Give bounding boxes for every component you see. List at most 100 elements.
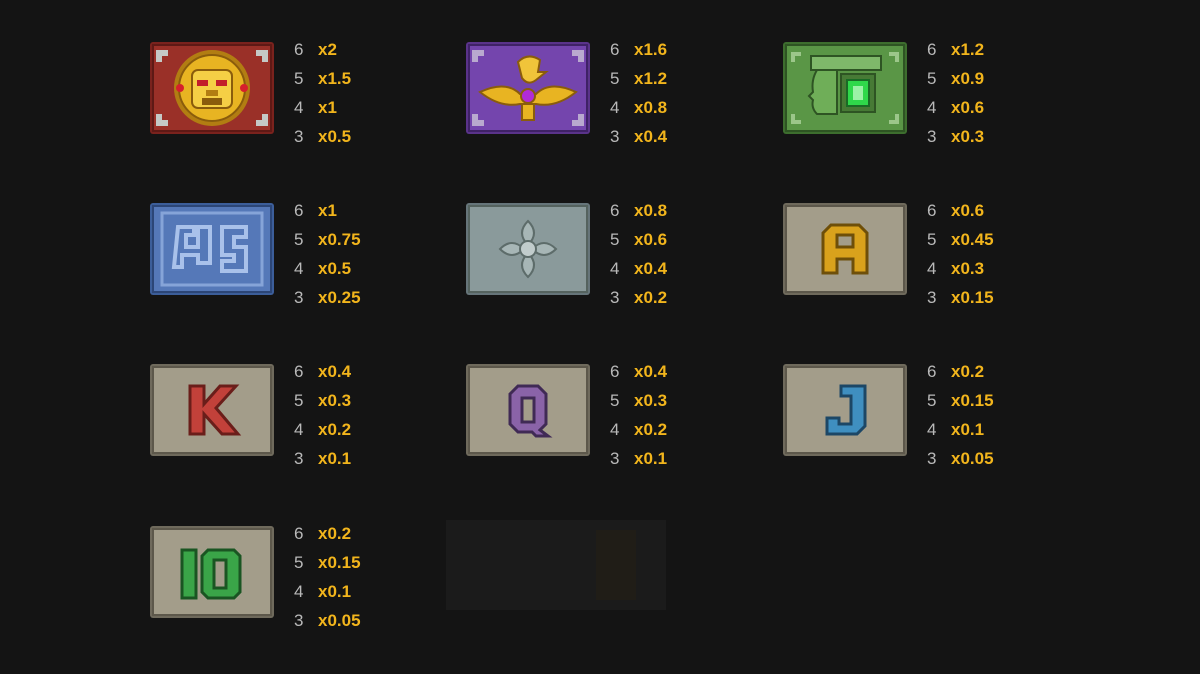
payout-row: 5 x0.75 [294, 230, 444, 259]
symbol-entry-golden-eagle: 6 x1.6 5 x1.2 4 x0.8 3 x0.4 [466, 40, 766, 146]
payout-row: 6 x0.4 [294, 362, 444, 391]
match-count: 5 [294, 553, 304, 572]
match-count: 6 [294, 362, 304, 381]
payout-row: 6 x1 [294, 201, 444, 230]
payout-row: 3 x0.25 [294, 288, 444, 317]
match-count: 4 [927, 259, 937, 278]
payout-row: 4 x0.4 [610, 259, 760, 288]
match-count: 5 [610, 69, 620, 88]
match-count: 3 [294, 127, 304, 146]
payout-list: 6 x0.8 5 x0.6 4 x0.4 3 x0.2 [610, 201, 760, 317]
multiplier: x0.2 [634, 288, 668, 307]
payout-row: 5 x0.3 [610, 391, 760, 420]
match-count: 3 [294, 611, 304, 630]
match-count: 3 [927, 127, 937, 146]
symbol-entry-stone-flower: 6 x0.8 5 x0.6 4 x0.4 3 x0.2 [466, 201, 766, 307]
payout-list: 6 x1.6 5 x1.2 4 x0.8 3 x0.4 [610, 40, 760, 156]
multiplier: x0.1 [318, 449, 352, 468]
match-count: 4 [610, 420, 620, 439]
payout-row: 4 x0.3 [927, 259, 1077, 288]
multiplier: x0.3 [951, 259, 985, 278]
payout-row: 6 x0.4 [610, 362, 760, 391]
match-count: 6 [610, 201, 620, 220]
payout-list: 6 x2 5 x1.5 4 x1 3 x0.5 [294, 40, 444, 156]
symbol-entry-golden-sun-mask: 6 x2 5 x1.5 4 x1 3 x0.5 [150, 40, 450, 146]
multiplier: x0.15 [318, 553, 361, 572]
multiplier: x0.4 [634, 259, 668, 278]
multiplier: x0.15 [951, 391, 994, 410]
payout-row: 6 x0.6 [927, 201, 1077, 230]
multiplier: x0.3 [951, 127, 985, 146]
match-count: 6 [927, 201, 937, 220]
match-count: 3 [610, 127, 620, 146]
letter-k-icon [150, 364, 274, 456]
payout-row: 3 x0.4 [610, 127, 760, 156]
multiplier: x1.2 [634, 69, 668, 88]
match-count: 6 [927, 40, 937, 59]
letter-q-icon [466, 364, 590, 456]
payout-list: 6 x1.2 5 x0.9 4 x0.6 3 x0.3 [927, 40, 1077, 156]
multiplier: x0.2 [318, 524, 352, 543]
number-10-icon [150, 526, 274, 618]
match-count: 4 [294, 582, 304, 601]
match-count: 5 [610, 391, 620, 410]
multiplier: x1.5 [318, 69, 352, 88]
match-count: 3 [294, 449, 304, 468]
symbol-entry-jade-head: 6 x1.2 5 x0.9 4 x0.6 3 x0.3 [783, 40, 1083, 146]
multiplier: x0.5 [318, 259, 352, 278]
payout-row: 5 x1.5 [294, 69, 444, 98]
payout-row: 4 x1 [294, 98, 444, 127]
payout-list: 6 x0.2 5 x0.15 4 x0.1 3 x0.05 [294, 524, 444, 640]
multiplier: x0.8 [634, 98, 668, 117]
golden-sun-mask-icon [150, 42, 274, 134]
payout-row: 6 x1.6 [610, 40, 760, 69]
payout-list: 6 x0.4 5 x0.3 4 x0.2 3 x0.1 [610, 362, 760, 478]
multiplier: x1 [318, 201, 337, 220]
match-count: 5 [294, 230, 304, 249]
payout-row: 6 x0.2 [927, 362, 1077, 391]
multiplier: x0.8 [634, 201, 668, 220]
multiplier: x0.45 [951, 230, 994, 249]
multiplier: x0.4 [634, 127, 668, 146]
multiplier: x2 [318, 40, 337, 59]
multiplier: x1 [318, 98, 337, 117]
payout-row: 3 x0.05 [927, 449, 1077, 478]
payout-row: 3 x0.1 [294, 449, 444, 478]
multiplier: x0.3 [634, 391, 668, 410]
match-count: 4 [610, 259, 620, 278]
faded-background-symbol-icon [436, 510, 676, 620]
match-count: 3 [610, 449, 620, 468]
payout-row: 3 x0.1 [610, 449, 760, 478]
multiplier: x0.6 [951, 201, 985, 220]
match-count: 6 [610, 40, 620, 59]
letter-j-icon [783, 364, 907, 456]
golden-eagle-icon [466, 42, 590, 134]
payout-row: 4 x0.6 [927, 98, 1077, 127]
match-count: 3 [294, 288, 304, 307]
symbol-entry-letter-q: 6 x0.4 5 x0.3 4 x0.2 3 x0.1 [466, 362, 766, 468]
multiplier: x0.1 [318, 582, 352, 601]
payout-row: 5 x0.15 [927, 391, 1077, 420]
letter-a-icon [783, 203, 907, 295]
payout-row: 5 x0.9 [927, 69, 1077, 98]
match-count: 5 [927, 391, 937, 410]
payout-row: 6 x0.8 [610, 201, 760, 230]
payout-row: 3 x0.5 [294, 127, 444, 156]
match-count: 5 [294, 69, 304, 88]
match-count: 3 [927, 449, 937, 468]
multiplier: x0.2 [318, 420, 352, 439]
multiplier: x1.2 [951, 40, 985, 59]
multiplier: x0.6 [634, 230, 668, 249]
payout-list: 6 x0.4 5 x0.3 4 x0.2 3 x0.1 [294, 362, 444, 478]
symbol-entry-letter-j: 6 x0.2 5 x0.15 4 x0.1 3 x0.05 [783, 362, 1083, 468]
payout-row: 4 x0.2 [294, 420, 444, 449]
match-count: 5 [927, 69, 937, 88]
symbol-entry-letter-a: 6 x0.6 5 x0.45 4 x0.3 3 x0.15 [783, 201, 1083, 307]
payout-row: 6 x0.2 [294, 524, 444, 553]
match-count: 4 [294, 259, 304, 278]
multiplier: x0.1 [634, 449, 668, 468]
multiplier: x0.4 [634, 362, 668, 381]
match-count: 4 [294, 420, 304, 439]
match-count: 4 [927, 98, 937, 117]
payout-row: 5 x0.45 [927, 230, 1077, 259]
